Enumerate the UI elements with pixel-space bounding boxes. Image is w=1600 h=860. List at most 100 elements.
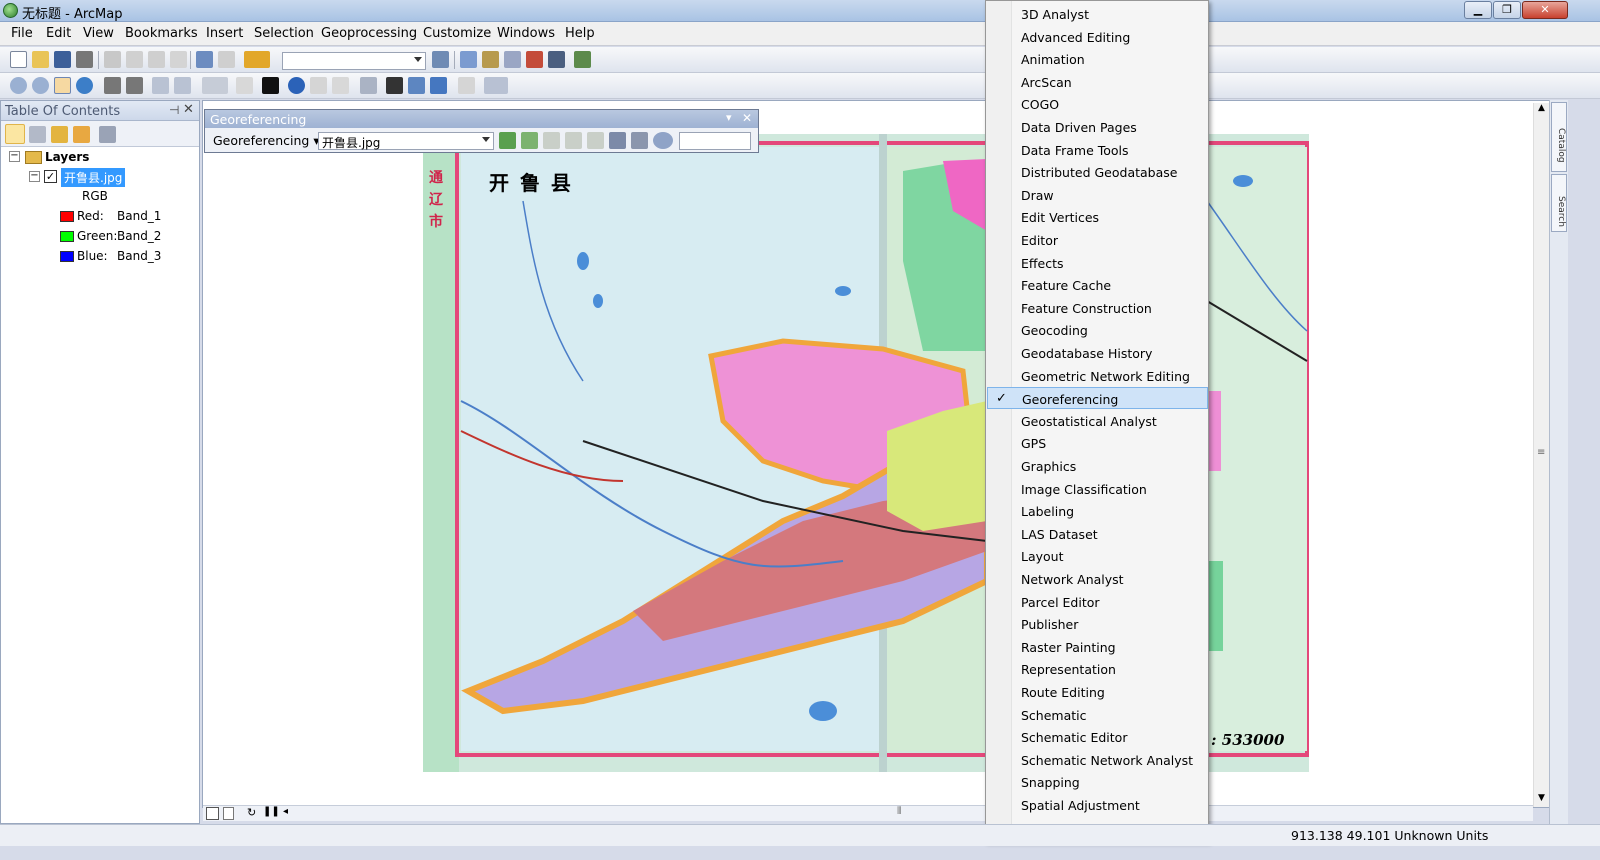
toolbar-menu-icon[interactable]: ▾ bbox=[726, 111, 732, 124]
fixed-zoom-in-icon[interactable] bbox=[104, 77, 121, 94]
full-extent-icon[interactable] bbox=[76, 77, 93, 94]
back-extent-icon[interactable] bbox=[152, 77, 169, 94]
toolbar-menu-item[interactable]: Data Frame Tools bbox=[987, 139, 1208, 161]
menu-help[interactable]: Help bbox=[565, 26, 595, 41]
auto-registration-icon[interactable] bbox=[521, 132, 538, 149]
list-by-source-icon[interactable] bbox=[29, 126, 46, 143]
toolbar-menu-item[interactable]: GPS bbox=[987, 432, 1208, 454]
list-by-selection-icon[interactable] bbox=[73, 126, 90, 143]
toolbar-menu-item[interactable]: Editor bbox=[987, 229, 1208, 251]
menu-customize[interactable]: Customize bbox=[423, 26, 491, 41]
create-viewer-window-icon[interactable] bbox=[484, 77, 508, 94]
open-button[interactable] bbox=[32, 51, 49, 68]
menu-geoprocessing[interactable]: Geoprocessing bbox=[321, 26, 417, 41]
toolbar-menu-item[interactable]: ArcScan bbox=[987, 71, 1208, 93]
toolbar-menu-item[interactable]: Network Analyst bbox=[987, 568, 1208, 590]
layers-root-label[interactable]: Layers bbox=[45, 150, 89, 164]
pin-icon[interactable]: ⊣ bbox=[169, 103, 179, 117]
delete-button[interactable] bbox=[170, 51, 187, 68]
toolbar-menu-item[interactable]: Distributed Geodatabase bbox=[987, 161, 1208, 183]
toolbar-menu-item[interactable]: Image Classification bbox=[987, 478, 1208, 500]
menu-bookmarks[interactable]: Bookmarks bbox=[125, 26, 198, 41]
h-scroll-thumb-grip-icon[interactable]: ⦀ bbox=[897, 806, 901, 817]
toolbar-menu-item[interactable]: Schematic bbox=[987, 704, 1208, 726]
arctoolbox-button[interactable] bbox=[526, 51, 543, 68]
add-data-button[interactable] bbox=[244, 51, 270, 68]
list-by-drawing-order-icon[interactable] bbox=[5, 124, 25, 144]
maximize-button[interactable]: ❐ bbox=[1493, 1, 1521, 19]
toolbar-menu-item[interactable]: ✓ Georeferencing bbox=[987, 387, 1208, 410]
data-view-toggle-icon[interactable] bbox=[206, 807, 219, 820]
toolbar-menu-item[interactable]: Animation bbox=[987, 48, 1208, 70]
save-button[interactable] bbox=[54, 51, 71, 68]
menu-view[interactable]: View bbox=[83, 26, 114, 41]
toolbar-menu-item[interactable]: Geodatabase History bbox=[987, 342, 1208, 364]
toolbar-menu-item[interactable]: Feature Cache bbox=[987, 274, 1208, 296]
pause-drawing-icon[interactable]: ❚❚ bbox=[263, 806, 280, 817]
menu-file[interactable]: File bbox=[11, 26, 33, 41]
forward-extent-icon[interactable] bbox=[174, 77, 191, 94]
georef-layer-combo[interactable]: 开鲁县.jpg bbox=[318, 132, 494, 150]
toolbar-menu-item[interactable]: Draw bbox=[987, 184, 1208, 206]
zoom-in-icon[interactable] bbox=[10, 77, 27, 94]
toolbar-menu-item[interactable]: Representation bbox=[987, 658, 1208, 680]
catalog-window-button[interactable] bbox=[482, 51, 499, 68]
print-button[interactable] bbox=[76, 51, 93, 68]
menu-insert[interactable]: Insert bbox=[206, 26, 243, 41]
python-window-button[interactable] bbox=[548, 51, 565, 68]
toolbar-menu-item[interactable]: Labeling bbox=[987, 500, 1208, 522]
hyperlink-icon[interactable] bbox=[310, 77, 327, 94]
toolbar-menu-item[interactable]: Effects bbox=[987, 252, 1208, 274]
paste-button[interactable] bbox=[148, 51, 165, 68]
layer-visibility-checkbox[interactable]: ✓ bbox=[44, 170, 57, 183]
toolbar-menu-item[interactable]: Schematic Network Analyst bbox=[987, 749, 1208, 771]
scroll-left-icon[interactable]: ◂ bbox=[283, 806, 288, 817]
fixed-zoom-out-icon[interactable] bbox=[126, 77, 143, 94]
toolbar-menu-item[interactable]: Schematic Editor bbox=[987, 726, 1208, 748]
redo-button[interactable] bbox=[218, 51, 235, 68]
toolbar-menu-item[interactable]: Route Editing bbox=[987, 681, 1208, 703]
model-builder-button[interactable] bbox=[574, 51, 591, 68]
minimize-button[interactable]: ▁ bbox=[1464, 1, 1492, 19]
toc-options-icon[interactable] bbox=[99, 126, 116, 143]
viewer-icon[interactable] bbox=[631, 132, 648, 149]
time-slider-icon[interactable] bbox=[458, 77, 475, 94]
select-link-icon[interactable] bbox=[543, 132, 560, 149]
toolbar-menu-item[interactable]: Raster Painting bbox=[987, 636, 1208, 658]
list-by-visibility-icon[interactable] bbox=[51, 126, 68, 143]
scroll-thumb-grip-icon[interactable]: ≡ bbox=[1537, 447, 1545, 458]
layer-name-label[interactable]: 开鲁县.jpg bbox=[61, 168, 126, 187]
toolbar-menu-item[interactable]: LAS Dataset bbox=[987, 523, 1208, 545]
find-icon[interactable] bbox=[386, 77, 403, 94]
cut-button[interactable] bbox=[104, 51, 121, 68]
toc-window-button[interactable] bbox=[460, 51, 477, 68]
toolbar-menu-item[interactable]: Geometric Network Editing bbox=[987, 365, 1208, 387]
toolbar-menu-item[interactable]: Layout bbox=[987, 545, 1208, 567]
scroll-up-icon[interactable]: ▲ bbox=[1538, 103, 1545, 113]
measure-icon[interactable] bbox=[360, 77, 377, 94]
toolbar-menu-item[interactable]: Snapping bbox=[987, 771, 1208, 793]
toolbar-close-icon[interactable]: ✕ bbox=[742, 111, 752, 125]
toolbar-menu-item[interactable]: Publisher bbox=[987, 613, 1208, 635]
zoom-out-icon[interactable] bbox=[32, 77, 49, 94]
georeferencing-menu-button[interactable]: Georeferencing ▾ bbox=[213, 133, 320, 148]
toolbar-menu-item[interactable]: Data Driven Pages bbox=[987, 116, 1208, 138]
delete-link-icon[interactable] bbox=[587, 132, 604, 149]
rotation-angle-input[interactable] bbox=[679, 132, 751, 150]
vertical-scrollbar[interactable]: ▲ ≡ ▼ bbox=[1533, 103, 1549, 807]
identify-icon[interactable] bbox=[288, 77, 305, 94]
pan-icon[interactable] bbox=[54, 77, 71, 94]
search-tab[interactable]: Search bbox=[1551, 174, 1567, 232]
search-window-button[interactable] bbox=[504, 51, 521, 68]
toolbar-menu-item[interactable]: Geocoding bbox=[987, 319, 1208, 341]
undo-button[interactable] bbox=[196, 51, 213, 68]
go-to-xy-icon[interactable] bbox=[430, 77, 447, 94]
catalog-tab[interactable]: Catalog bbox=[1551, 102, 1567, 172]
toolbar-menu-item[interactable]: Feature Construction bbox=[987, 297, 1208, 319]
select-features-icon[interactable] bbox=[202, 77, 228, 94]
collapse-layers-icon[interactable]: − bbox=[9, 151, 20, 162]
menu-selection[interactable]: Selection bbox=[254, 26, 314, 41]
rotate-icon[interactable] bbox=[653, 132, 673, 149]
editor-toolbar-button[interactable] bbox=[432, 51, 449, 68]
toc-close-icon[interactable]: ✕ bbox=[183, 102, 194, 117]
